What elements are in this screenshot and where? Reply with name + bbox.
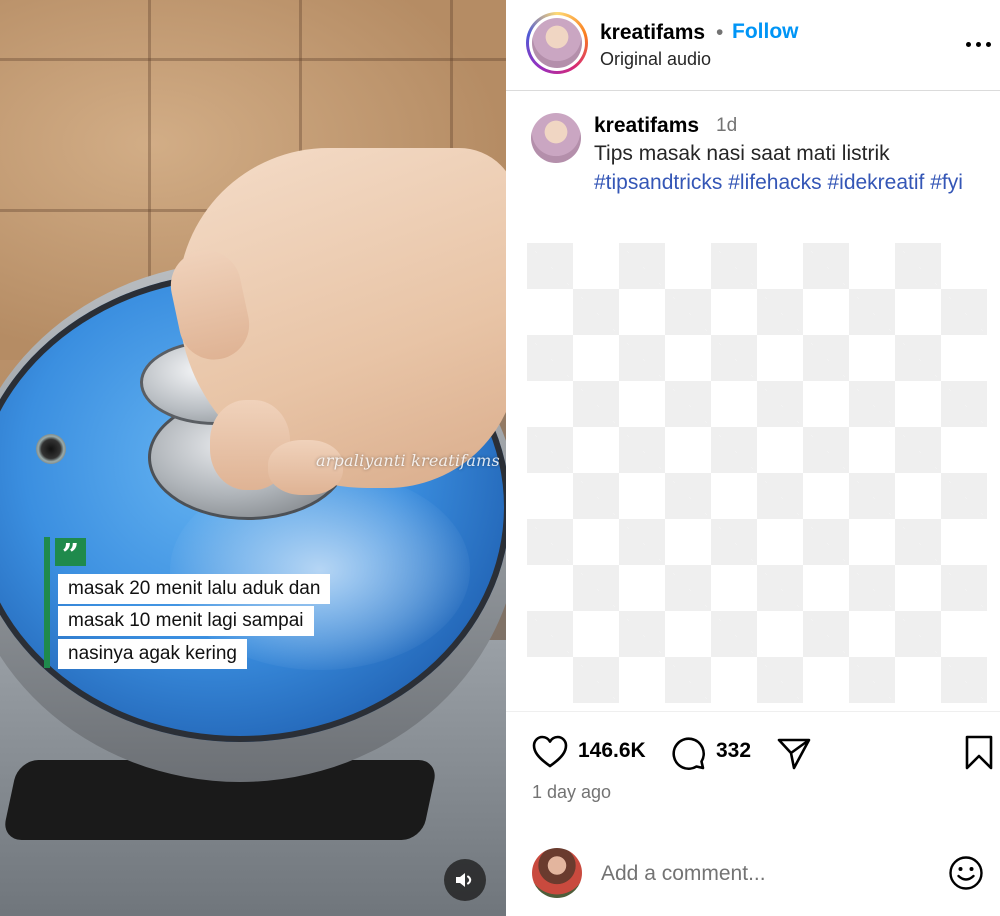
caption-username[interactable]: kreatifams	[594, 114, 699, 138]
hashtag-link[interactable]: #lifehacks	[728, 171, 821, 194]
video-caption-line-2: masak 10 menit lagi sampai	[58, 606, 314, 636]
more-options-icon[interactable]	[966, 28, 992, 58]
speaker-icon	[456, 873, 472, 887]
emoji-icon[interactable]	[948, 855, 984, 891]
hashtag-link[interactable]: #tipsandtricks	[594, 171, 722, 194]
caption-timestamp: 1d	[716, 115, 738, 136]
separator-dot: •	[716, 21, 724, 44]
hashtag-link[interactable]: #fyi	[930, 171, 963, 194]
posted-ago[interactable]: 1 day ago	[532, 782, 611, 803]
divider	[506, 711, 1000, 712]
caption-text: Tips masak nasi saat mati listrik	[594, 142, 890, 165]
bookmark-icon[interactable]	[964, 735, 994, 771]
comment-count[interactable]: 332	[716, 739, 751, 763]
quote-mark-icon: ”	[55, 538, 86, 573]
hashtag-link[interactable]: #idekreatif	[827, 171, 924, 194]
avatar-image	[532, 18, 582, 68]
author-avatar[interactable]	[526, 12, 588, 74]
caption-avatar[interactable]	[531, 113, 581, 163]
follow-button[interactable]: Follow	[732, 20, 799, 44]
author-username[interactable]: kreatifams	[600, 21, 705, 45]
quote-accent-bar	[44, 537, 50, 668]
video-caption-line-1: masak 20 menit lalu aduk dan	[58, 574, 331, 604]
audio-link[interactable]: Original audio	[600, 49, 711, 70]
like-count[interactable]: 146.6K	[578, 739, 646, 763]
share-icon[interactable]	[776, 735, 812, 771]
heart-icon[interactable]	[532, 735, 568, 769]
mute-toggle-button[interactable]	[444, 859, 486, 901]
video-watermark: arpaliyanti kreatifams	[316, 451, 500, 470]
post-panel: kreatifams • Follow Original audio kreat…	[506, 0, 1000, 916]
viewer-avatar	[532, 848, 582, 898]
lid-vent	[36, 434, 66, 464]
reel-video[interactable]: arpaliyanti kreatifams ” masak 20 menit …	[0, 0, 506, 916]
caption-hashtags: #tipsandtricks #lifehacks #idekreatif #f…	[594, 169, 989, 197]
media-placeholder	[527, 243, 987, 703]
comment-icon[interactable]	[670, 735, 706, 771]
comment-input[interactable]	[601, 858, 931, 890]
video-caption-line-3: nasinya agak kering	[58, 639, 247, 669]
post-header: kreatifams • Follow Original audio	[506, 0, 1000, 91]
